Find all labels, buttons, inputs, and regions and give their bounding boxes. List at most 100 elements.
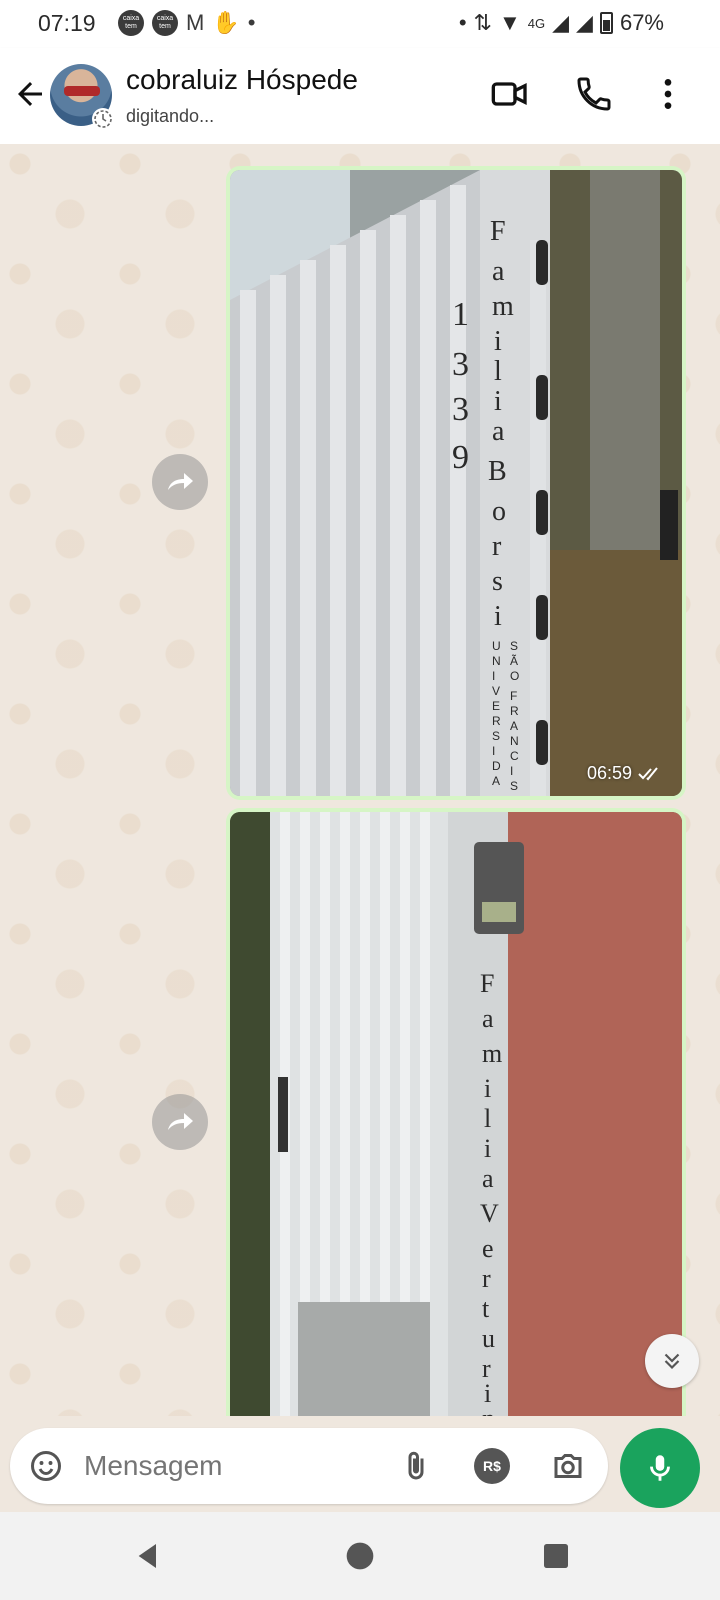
svg-text:l: l [484,1104,491,1133]
svg-text:A: A [492,774,500,788]
svg-text:o: o [492,496,506,527]
forward-arrow-icon [168,473,193,490]
avatar-sunglasses [64,86,100,96]
svg-text:a: a [482,1004,494,1033]
battery-icon [599,12,613,34]
svg-text:e: e [482,1234,494,1263]
caixa-app-icon: caixa tem [118,10,144,36]
svg-text:D: D [492,759,501,773]
forward-button-2[interactable] [152,1094,208,1150]
dot-icon: • [458,10,467,35]
svg-text:i: i [494,601,502,632]
message-composer: R$ [10,1428,608,1504]
svg-text:S: S [492,729,500,743]
scroll-to-bottom-button[interactable] [645,1334,699,1388]
svg-text:i: i [494,386,502,417]
data-arrows-icon: ⇅ [473,10,492,35]
svg-text:E: E [492,699,500,713]
svg-text:I: I [492,744,495,758]
svg-text:l: l [494,356,502,387]
chat-header: cobraluiz Hóspede digitando... [0,48,720,144]
hands-icon: ✋ [212,10,240,35]
svg-text:F: F [490,216,506,247]
svg-text:a: a [482,1164,494,1193]
svg-text:C: C [510,749,519,763]
nav-back-icon[interactable] [132,1540,164,1572]
svg-text:I: I [510,764,513,778]
svg-text:V: V [480,1199,499,1228]
image-message-2[interactable]: Fam ili aVe rtu rin [226,808,686,1416]
system-indicators: • ⇅ ▼ 4G ◢ ◢ 67% [459,10,664,36]
more-options-icon[interactable] [648,74,688,114]
double-chevron-down-icon [664,1353,680,1370]
disappearing-timer-icon [92,108,114,130]
network-type: 4G [527,15,546,31]
system-navigation-bar [0,1512,720,1600]
svg-text:U: U [492,639,501,653]
svg-text:O: O [510,669,519,683]
caixa-app-icon-2: caixa tem [152,10,178,36]
svg-text:B: B [488,456,507,487]
svg-text:i: i [484,1134,491,1163]
svg-text:3: 3 [452,391,469,428]
svg-text:i: i [484,1074,491,1103]
message-1-time: 06:59 [586,763,632,783]
svg-text:F: F [510,689,517,703]
svg-text:t: t [482,1294,490,1323]
signal-icon: ◢ [552,10,570,35]
svg-text:r: r [482,1264,491,1293]
forward-arrow-icon [168,1113,193,1130]
svg-text:S: S [510,779,518,793]
wifi-icon: ▼ [498,10,521,35]
gate-photo-2[interactable]: Fam ili aVe rtu rin [230,812,682,1416]
nav-home-icon[interactable] [344,1540,376,1572]
svg-text:R: R [492,714,501,728]
svg-text:r: r [492,531,502,562]
message-1-meta: 06:59 [587,763,662,784]
svg-text:R: R [510,704,519,718]
battery-percent: 67% [619,10,664,35]
read-checkmarks-icon [638,766,658,780]
svg-text:Ã: Ã [510,654,518,668]
svg-text:F: F [480,969,494,998]
chat-area[interactable]: 1 3 3 9 Fam ili aBo rsi UNI VER SID A SÃ… [0,144,720,1416]
notification-icons: caixa tem caixa tem M ✋ • [118,10,255,36]
svg-text:N: N [510,734,519,748]
nav-recents-icon[interactable] [540,1540,572,1572]
back-arrow-icon[interactable] [12,76,48,112]
svg-text:I: I [492,669,495,683]
emoji-icon[interactable] [28,1448,64,1484]
svg-text:n: n [482,1404,495,1416]
video-call-icon[interactable] [490,74,530,114]
more-notifications-dot-icon: • [247,10,256,35]
svg-text:V: V [492,684,500,698]
svg-text:a: a [492,256,505,287]
svg-text:m: m [482,1039,502,1068]
svg-text:A: A [510,719,518,733]
gate-photo-1[interactable]: 1 3 3 9 Fam ili aBo rsi UNI VER SID A SÃ… [230,170,682,796]
gate-photo-2-drawing: Fam ili aVe rtu rin [230,812,682,1416]
voice-message-button[interactable] [620,1428,700,1508]
message-input[interactable] [84,1450,364,1482]
signal-2-icon: ◢ [576,10,593,35]
typing-status: digitando... [126,106,215,126]
svg-text:a: a [492,416,505,447]
voice-call-icon[interactable] [574,74,614,114]
image-message-1[interactable]: 1 3 3 9 Fam ili aBo rsi UNI VER SID A SÃ… [226,166,686,800]
svg-text:i: i [494,326,502,357]
svg-text:3: 3 [452,346,469,383]
forward-button[interactable] [152,454,208,510]
gmail-icon: M [186,10,205,35]
svg-text:u: u [482,1324,495,1353]
attach-icon[interactable] [398,1448,434,1484]
contact-name[interactable]: cobraluiz Hóspede [126,64,358,96]
status-time: 07:19 [38,10,96,36]
gate-photo-1-drawing: 1 3 3 9 Fam ili aBo rsi UNI VER SID A SÃ… [230,170,682,796]
payment-icon[interactable]: R$ [474,1448,510,1484]
svg-text:S: S [510,639,518,653]
camera-icon[interactable] [550,1448,586,1484]
svg-text:9: 9 [452,439,469,476]
svg-text:s: s [492,566,503,597]
status-bar: 07:19 caixa tem caixa tem M ✋ • • ⇅ ▼ 4G… [0,0,720,48]
house-number-text: 1 [452,296,469,333]
